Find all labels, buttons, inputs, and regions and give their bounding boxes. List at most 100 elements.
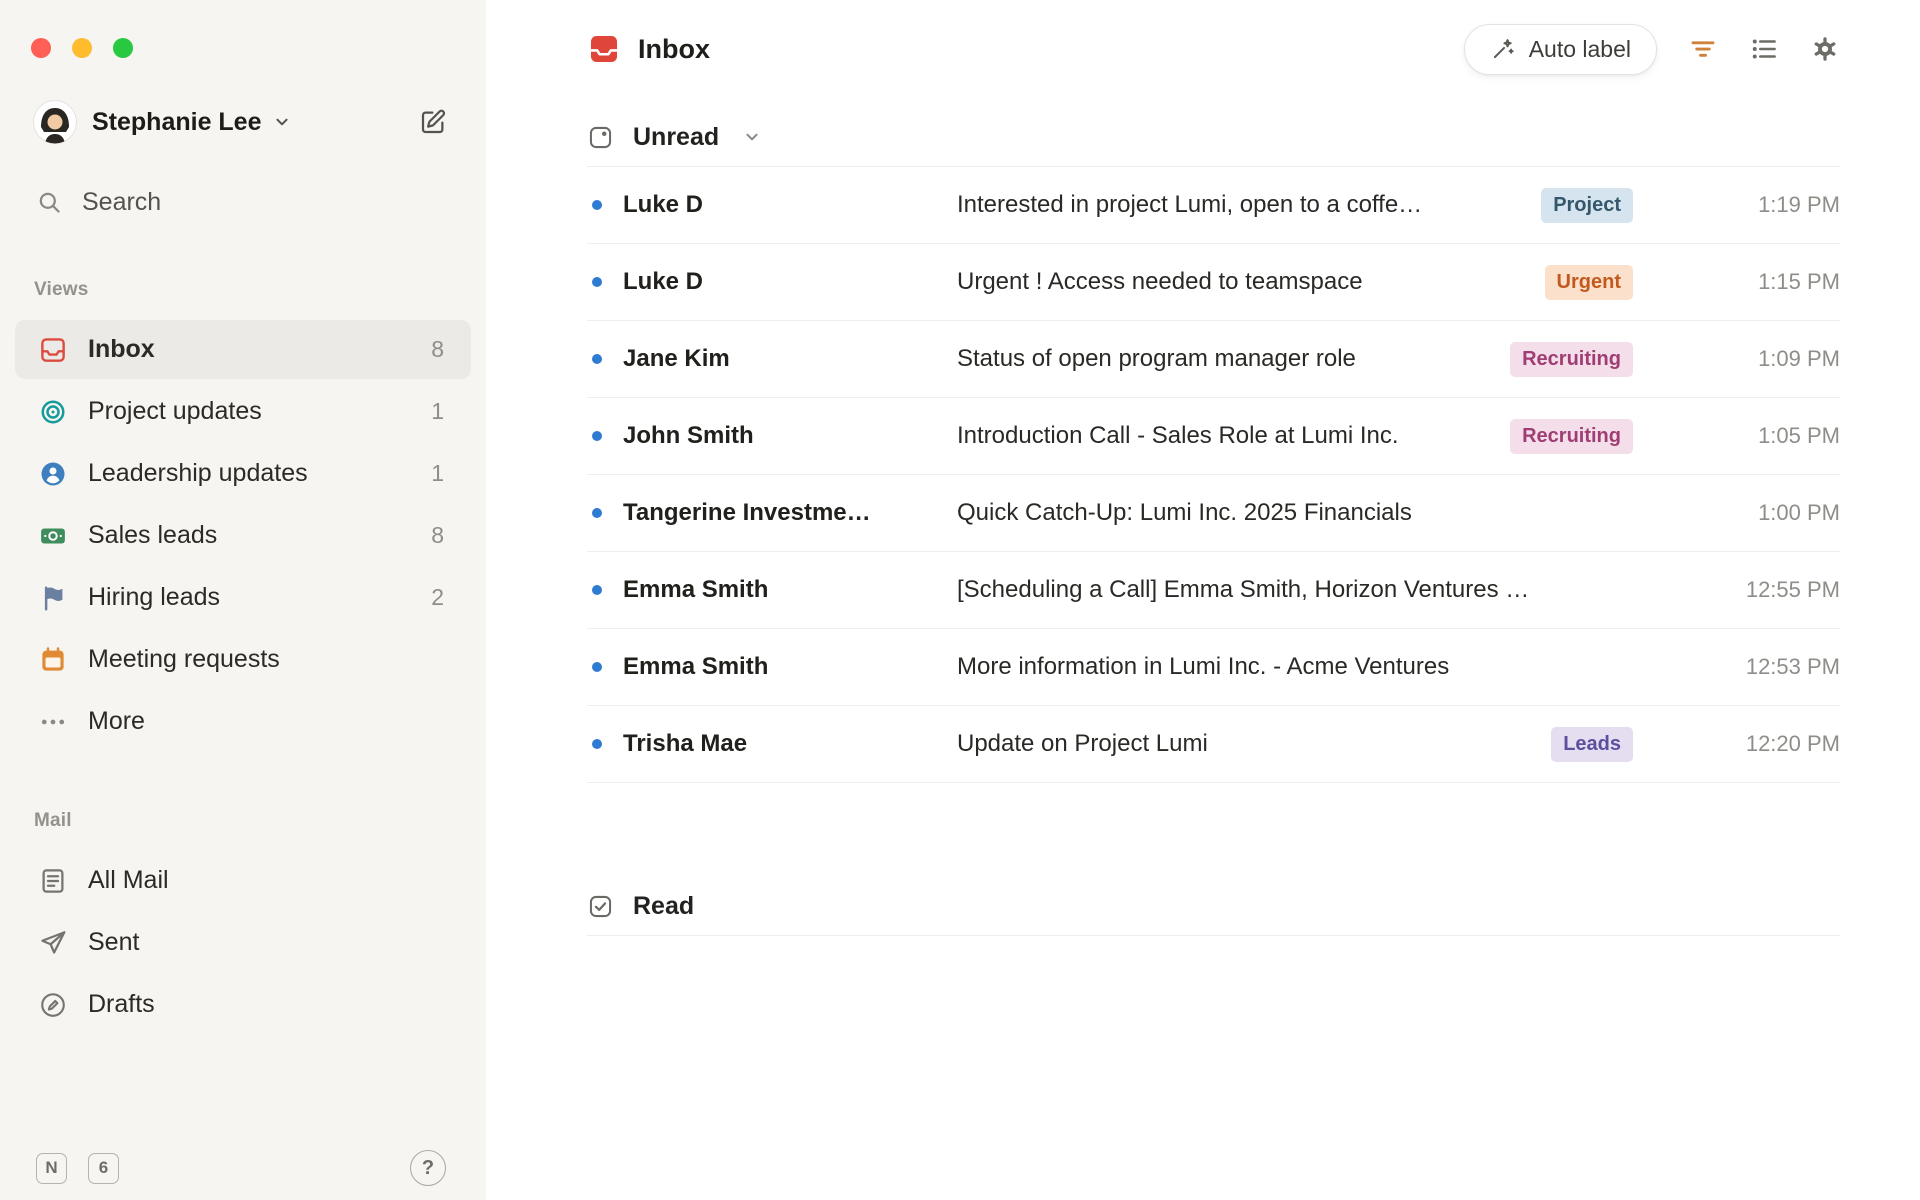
unread-dot xyxy=(592,431,602,441)
inbox-icon xyxy=(587,32,621,66)
sidebar-item-label: Leadership updates xyxy=(88,459,308,487)
inbox-icon xyxy=(38,335,68,365)
unread-dot xyxy=(592,200,602,210)
unread-dot xyxy=(592,508,602,518)
email-sender: Emma Smith xyxy=(623,653,769,680)
sidebar-item-leadership-updates[interactable]: Leadership updates 1 xyxy=(15,444,471,503)
sidebar-item-label: Sent xyxy=(88,928,140,956)
avatar xyxy=(33,100,77,144)
email-row[interactable]: John Smith Introduction Call - Sales Rol… xyxy=(587,398,1840,475)
sidebar-item-more[interactable]: More xyxy=(15,692,471,751)
sidebar-item-sales-leads[interactable]: Sales leads 8 xyxy=(15,506,471,565)
search-label: Search xyxy=(82,188,162,216)
sidebar-item-label: Hiring leads xyxy=(88,583,221,611)
email-sender: Emma Smith xyxy=(623,576,769,603)
sidebar-item-sent[interactable]: Sent xyxy=(15,913,471,972)
person-icon xyxy=(38,459,68,489)
account-switcher[interactable]: Stephanie Lee xyxy=(33,100,448,144)
email-subject: Update on Project Lumi xyxy=(957,730,1208,757)
sidebar-item-all-mail[interactable]: All Mail xyxy=(15,851,471,910)
unread-count: 1 xyxy=(431,398,444,424)
banknote-icon xyxy=(38,521,68,551)
main-header: Inbox Auto label xyxy=(587,23,1840,75)
sidebar-footer: N 6 ? xyxy=(0,1150,486,1200)
search-button[interactable]: Search xyxy=(36,188,486,217)
email-list: Luke D Interested in project Lumi, open … xyxy=(587,167,1840,783)
unread-dot xyxy=(592,585,602,595)
email-row[interactable]: Luke D Interested in project Lumi, open … xyxy=(587,167,1840,244)
target-icon xyxy=(38,397,68,427)
sidebar-item-meeting-requests[interactable]: Meeting requests xyxy=(15,630,471,689)
sidebar-item-hiring-leads[interactable]: Hiring leads 2 xyxy=(15,568,471,627)
email-subject: More information in Lumi Inc. - Acme Ven… xyxy=(957,653,1450,680)
chevron-down-icon xyxy=(271,111,293,133)
gear-icon[interactable] xyxy=(1810,34,1840,64)
email-row[interactable]: Jane Kim Status of open program manager … xyxy=(587,321,1840,398)
views-section-title: Views xyxy=(34,279,89,300)
list-view-icon[interactable] xyxy=(1749,34,1779,64)
email-row[interactable]: Tangerine Investme… Quick Catch-Up: Lumi… xyxy=(587,475,1840,552)
email-sender: Luke D xyxy=(623,268,704,295)
sidebar-item-label: Project updates xyxy=(88,397,262,425)
unread-dot xyxy=(592,739,602,749)
user-name: Stephanie Lee xyxy=(92,107,262,136)
window-controls xyxy=(0,0,486,58)
label-badge: Urgent xyxy=(1544,264,1633,300)
unread-count: 1 xyxy=(431,460,444,486)
sidebar-item-drafts[interactable]: Drafts xyxy=(15,975,471,1034)
email-sender: John Smith xyxy=(623,422,754,449)
unread-count: 8 xyxy=(431,336,444,362)
email-subject: Quick Catch-Up: Lumi Inc. 2025 Financial… xyxy=(957,499,1412,526)
email-sender: Jane Kim xyxy=(623,345,730,372)
read-section-header[interactable]: Read xyxy=(587,891,1840,936)
notion-badge[interactable]: N xyxy=(36,1152,67,1184)
views-nav: Inbox 8 Project updates 1 Leadership upd… xyxy=(0,317,486,754)
sidebar: Stephanie Lee Search Views Inbox 8 Proje… xyxy=(0,0,486,1200)
close-button[interactable] xyxy=(31,38,51,58)
ellipsis-icon xyxy=(38,707,68,737)
sidebar-item-label: Drafts xyxy=(88,990,155,1018)
sidebar-item-label: All Mail xyxy=(88,866,169,894)
email-subject: Urgent ! Access needed to teamspace xyxy=(957,268,1363,295)
auto-label-text: Auto label xyxy=(1528,35,1631,62)
sidebar-item-project-updates[interactable]: Project updates 1 xyxy=(15,382,471,441)
email-row[interactable]: Emma Smith [Scheduling a Call] Emma Smit… xyxy=(587,552,1840,629)
filter-icon[interactable] xyxy=(1688,34,1718,64)
email-subject: Interested in project Lumi, open to a co… xyxy=(957,191,1423,218)
email-sender: Tangerine Investme… xyxy=(623,499,871,526)
email-time: 12:20 PM xyxy=(1745,731,1840,756)
auto-label-button[interactable]: Auto label xyxy=(1463,23,1657,75)
email-subject: Status of open program manager role xyxy=(957,345,1356,372)
calendar-icon xyxy=(38,645,68,675)
sidebar-item-inbox[interactable]: Inbox 8 xyxy=(15,320,471,379)
zoom-button[interactable] xyxy=(113,38,133,58)
email-row[interactable]: Luke D Urgent ! Access needed to teamspa… xyxy=(587,244,1840,321)
main-panel: Inbox Auto label Unread Luke D Intereste… xyxy=(486,0,1920,1200)
unread-section-label: Unread xyxy=(633,123,720,151)
unread-dot xyxy=(592,277,602,287)
sidebar-item-label: More xyxy=(88,707,145,735)
email-time: 12:55 PM xyxy=(1745,577,1840,602)
label-badge: Recruiting xyxy=(1510,341,1633,377)
label-badge: Project xyxy=(1541,187,1633,223)
unread-icon xyxy=(587,124,614,151)
calendar-badge[interactable]: 6 xyxy=(88,1152,119,1184)
unread-count: 8 xyxy=(431,522,444,548)
unread-dot xyxy=(592,354,602,364)
unread-section-header[interactable]: Unread xyxy=(587,122,1840,167)
email-sender: Luke D xyxy=(623,191,704,218)
checkbox-checked-icon xyxy=(587,893,614,920)
help-button[interactable]: ? xyxy=(410,1150,446,1186)
label-badge: Recruiting xyxy=(1510,418,1633,454)
page-title: Inbox xyxy=(638,33,710,64)
email-time: 1:19 PM xyxy=(1758,192,1840,217)
mail-nav: All Mail Sent Drafts xyxy=(0,848,486,1037)
compose-button[interactable] xyxy=(418,107,448,137)
email-row[interactable]: Emma Smith More information in Lumi Inc.… xyxy=(587,629,1840,706)
email-time: 1:00 PM xyxy=(1758,500,1840,525)
sidebar-item-label: Meeting requests xyxy=(88,645,280,673)
wand-icon xyxy=(1490,36,1516,62)
email-row[interactable]: Trisha Mae Update on Project Lumi Leads … xyxy=(587,706,1840,783)
minimize-button[interactable] xyxy=(72,38,92,58)
email-subject: Introduction Call - Sales Role at Lumi I… xyxy=(957,422,1399,449)
